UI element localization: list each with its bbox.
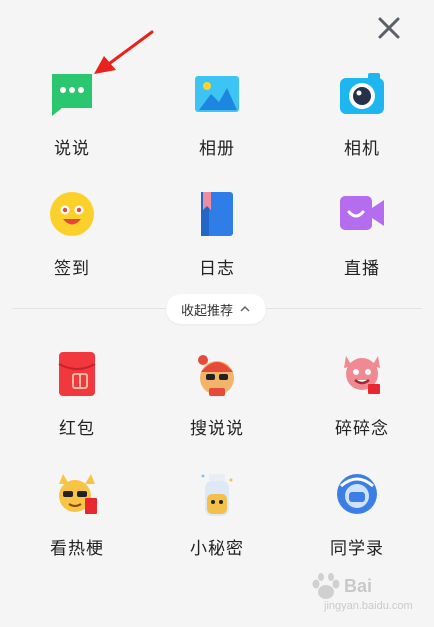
- watermark-subtext: jingyan.baidu.com: [324, 600, 413, 612]
- grid-item-label: 看热梗: [50, 539, 104, 559]
- grid-item-search-feed[interactable]: 搜说说: [157, 350, 277, 439]
- grid-item-label: 搜说说: [190, 419, 244, 439]
- grid-item-classmates[interactable]: 同学录: [297, 470, 417, 559]
- smiley-checkin-icon: [48, 190, 96, 238]
- chat-bubble-icon: [48, 70, 96, 118]
- grid-item-red-packet[interactable]: 红包: [17, 350, 137, 439]
- grid-item-label: 小秘密: [190, 539, 244, 559]
- grid-item-secret[interactable]: 小秘密: [157, 470, 277, 559]
- close-button[interactable]: [376, 15, 402, 41]
- collapse-label: 收起推荐: [180, 303, 233, 319]
- baidu-watermark: Bai jingyan.baidu.com: [300, 568, 430, 616]
- grid-item-album[interactable]: 相册: [157, 70, 277, 159]
- divider: [266, 308, 422, 309]
- hot-meme-character-icon: [53, 470, 101, 518]
- photo-album-icon: [193, 70, 241, 118]
- grid-item-camera[interactable]: 相机: [302, 70, 422, 159]
- grid-item-label: 相册: [199, 139, 235, 159]
- grid-item-label: 同学录: [330, 539, 384, 559]
- divider: [12, 308, 168, 309]
- chevron-up-icon: [240, 305, 250, 312]
- grid-item-live[interactable]: 直播: [302, 190, 422, 279]
- secret-bottle-icon: [193, 470, 241, 518]
- murmur-character-icon: [338, 350, 386, 398]
- grid-item-hot-meme[interactable]: 看热梗: [17, 470, 137, 559]
- grid-item-label: 直播: [344, 259, 380, 279]
- watermark-text: Bai: [344, 576, 373, 596]
- baidu-paw-logo: [312, 573, 340, 599]
- diary-book-icon: [193, 190, 241, 238]
- close-icon: [378, 17, 400, 39]
- grid-item-label: 碎碎念: [335, 419, 389, 439]
- grid-item-label: 红包: [59, 419, 95, 439]
- grid-item-checkin[interactable]: 签到: [12, 190, 132, 279]
- grid-item-shuoshuo[interactable]: 说说: [12, 70, 132, 159]
- classmates-badge-icon: [333, 470, 381, 518]
- red-envelope-icon: [53, 350, 101, 398]
- grid-item-label: 相机: [344, 139, 380, 159]
- grid-item-murmur[interactable]: 碎碎念: [302, 350, 422, 439]
- search-feed-character-icon: [193, 350, 241, 398]
- grid-item-diary[interactable]: 日志: [157, 190, 277, 279]
- live-video-icon: [338, 190, 386, 238]
- grid-item-label: 签到: [54, 259, 90, 279]
- grid-item-label: 日志: [199, 259, 235, 279]
- camera-icon: [338, 70, 386, 118]
- collapse-recommendations-button[interactable]: 收起推荐: [166, 294, 266, 324]
- grid-item-label: 说说: [54, 139, 90, 159]
